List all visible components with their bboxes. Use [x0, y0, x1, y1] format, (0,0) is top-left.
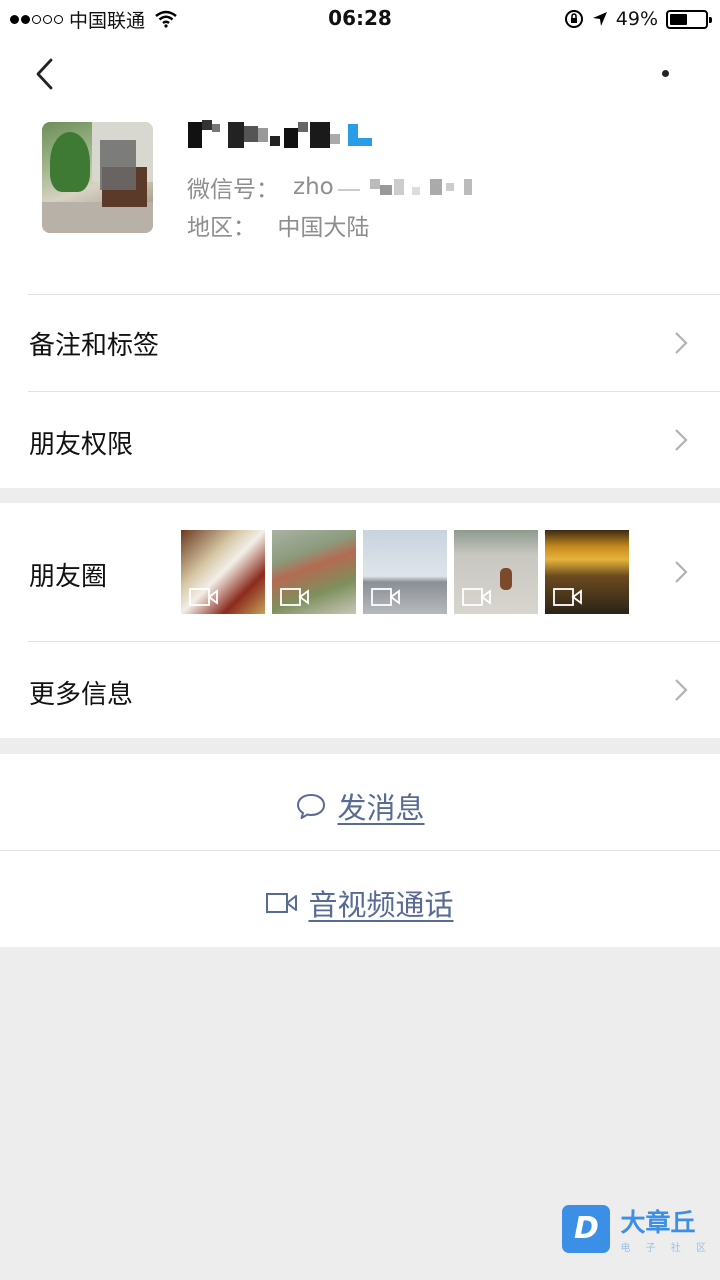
moment-thumbnail-dog[interactable] — [454, 530, 538, 614]
send-message-button[interactable]: 发消息 — [0, 754, 720, 850]
send-message-label: 发消息 — [337, 791, 425, 825]
avatar[interactable] — [42, 122, 153, 233]
region-label: 地区： — [187, 215, 256, 241]
battery-icon — [666, 9, 712, 29]
av-call-label: 音视频通话 — [308, 888, 454, 922]
remarks-tags-label: 备注和标签 — [29, 331, 160, 361]
moments-row[interactable]: 朋友圈 — [0, 503, 720, 641]
moment-thumbnail-airplane[interactable] — [363, 530, 447, 614]
friend-permissions-label: 朋友权限 — [29, 430, 134, 460]
chevron-right-icon — [675, 429, 688, 451]
wechat-id-row: 微信号： zho — [187, 170, 478, 204]
wechat-id-value: zho — [293, 174, 334, 200]
remarks-tags-row[interactable]: 备注和标签 — [0, 294, 720, 391]
wechat-id-redacted — [337, 175, 478, 199]
watermark-subtext: 电 子 社 区 — [620, 1243, 712, 1254]
friend-permissions-row[interactable]: 朋友权限 — [0, 391, 720, 488]
battery-percent: 49% — [615, 8, 658, 30]
av-call-button[interactable]: 音视频通话 — [0, 851, 720, 947]
more-info-label: 更多信息 — [29, 680, 134, 710]
video-camera-icon — [280, 588, 309, 606]
chevron-right-icon — [675, 332, 688, 354]
moments-thumbnails — [181, 530, 629, 614]
watermark-logo: D — [562, 1204, 611, 1253]
chat-bubble-icon — [297, 794, 326, 819]
chevron-left-icon — [36, 58, 53, 90]
moment-thumbnail-building[interactable] — [545, 530, 629, 614]
rotation-lock-icon — [564, 9, 584, 29]
moments-label: 朋友圈 — [29, 562, 108, 592]
wechat-id-label: 微信号： — [187, 177, 279, 203]
video-camera-icon — [371, 588, 400, 606]
video-camera-icon — [553, 588, 582, 606]
watermark-text: 大章丘 — [620, 1208, 696, 1237]
back-button[interactable] — [30, 52, 70, 96]
video-camera-icon — [462, 588, 491, 606]
moment-thumbnail-food[interactable] — [181, 530, 265, 614]
moment-thumbnail-railing[interactable] — [272, 530, 356, 614]
region-row: 地区： 中国大陆 — [187, 208, 369, 242]
chevron-right-icon — [675, 561, 688, 583]
status-bar-right: 49% — [564, 6, 712, 32]
more-dots-icon — [661, 69, 669, 77]
more-info-row[interactable]: 更多信息 — [0, 641, 720, 738]
video-camera-icon — [189, 588, 218, 606]
watermark: D 大章丘 电 子 社 区 — [562, 1203, 712, 1254]
video-call-icon — [266, 893, 298, 913]
more-button[interactable] — [640, 56, 690, 90]
region-value: 中国大陆 — [277, 215, 370, 241]
location-arrow-icon — [592, 11, 608, 27]
chevron-right-icon — [675, 679, 688, 701]
nickname-redacted — [188, 118, 383, 152]
